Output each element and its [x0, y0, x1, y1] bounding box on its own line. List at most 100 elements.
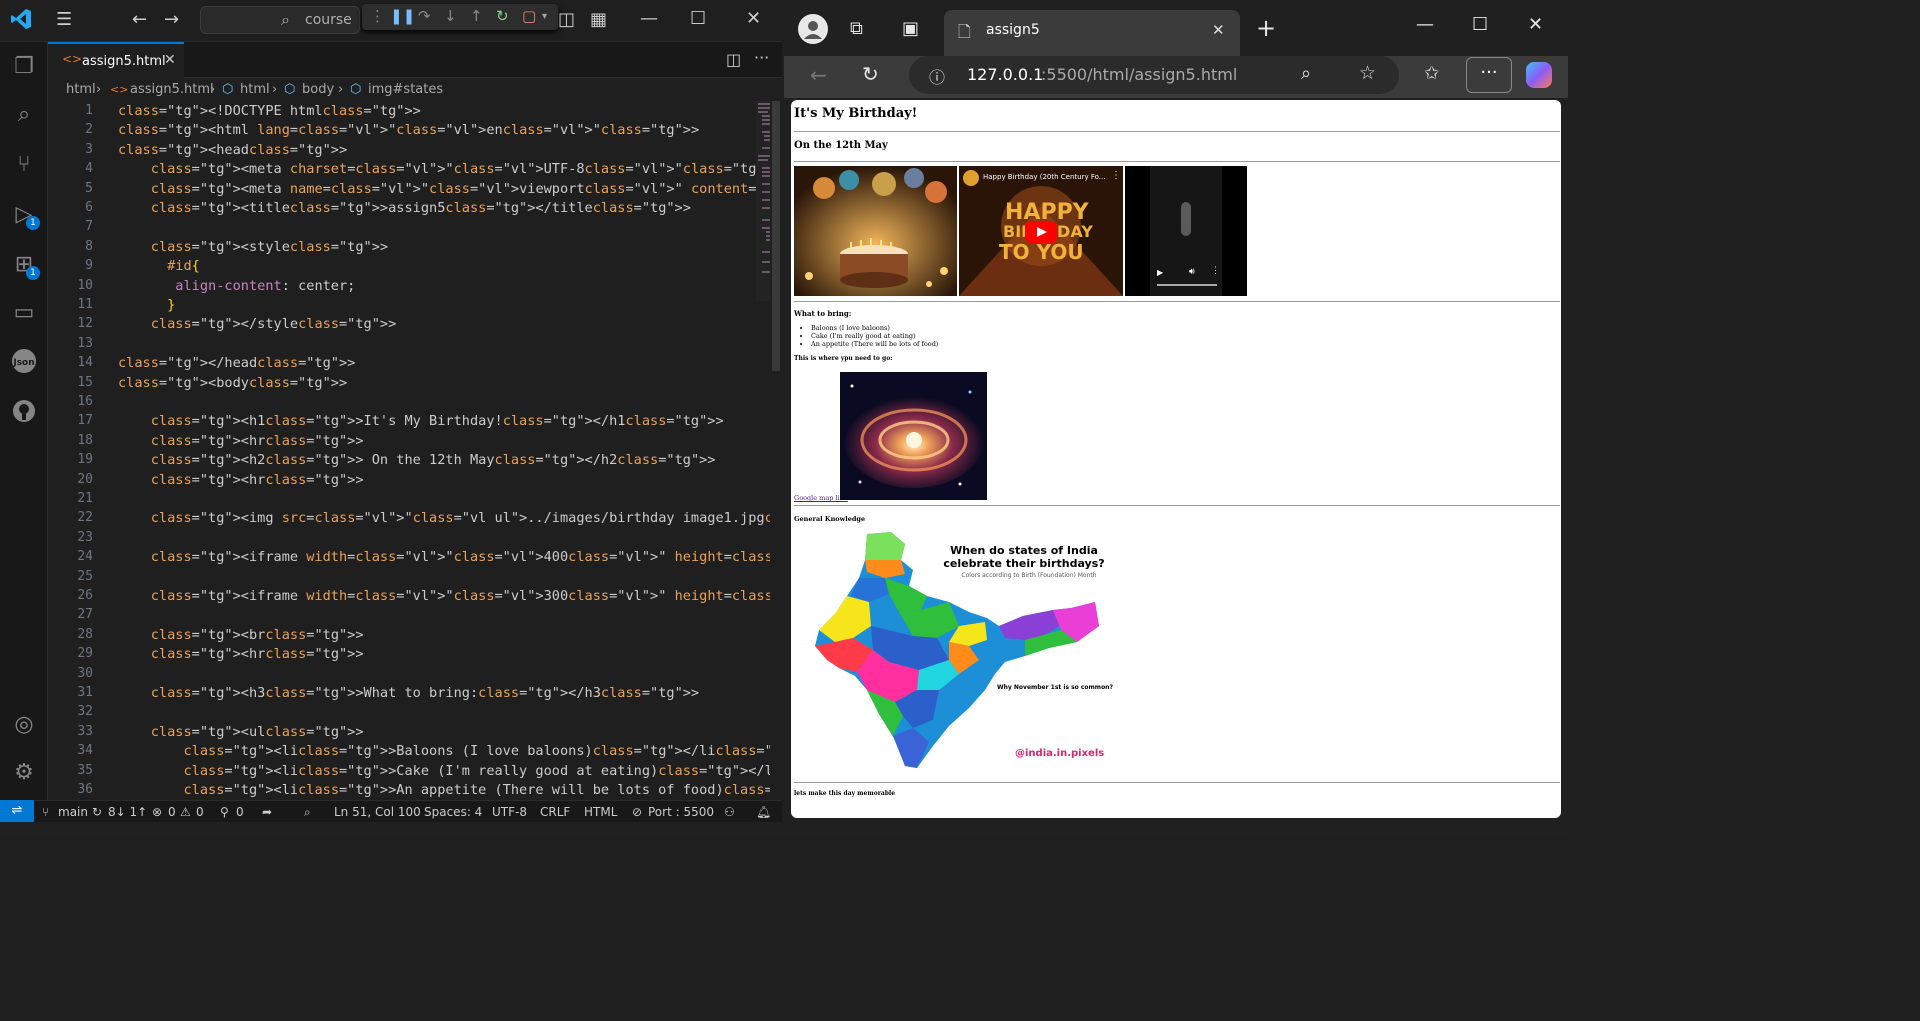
breadcrumb-item[interactable]: img#states: [368, 82, 443, 97]
line-ending[interactable]: CRLF: [540, 805, 570, 819]
split-editor-icon[interactable]: ◫: [726, 50, 741, 69]
live-server-port[interactable]: Port : 5500: [648, 805, 714, 819]
video-options-icon[interactable]: ⋮: [1211, 266, 1220, 276]
live-share-icon[interactable]: ➦: [262, 805, 272, 819]
zoom-icon[interactable]: ⌕: [304, 805, 311, 820]
language-mode[interactable]: HTML: [584, 805, 617, 819]
close-icon[interactable]: ✕: [746, 8, 761, 29]
code-line[interactable]: class="tg"><h2class="tg">> On the 12th M…: [118, 452, 716, 468]
code-line[interactable]: #id{: [118, 258, 200, 274]
code-line[interactable]: class="tg"><ulclass="tg">>: [118, 724, 364, 740]
code-line[interactable]: class="tg"><titleclass="tg">>assign5clas…: [118, 200, 691, 216]
source-control-icon[interactable]: ⑂: [10, 152, 38, 180]
indentation[interactable]: Spaces: 4: [424, 805, 482, 819]
breadcrumb-item[interactable]: html: [240, 82, 270, 97]
tab-assign5[interactable]: 🗋︎ assign5 ✕: [944, 10, 1240, 56]
code-line[interactable]: class="tg"><hrclass="tg">>: [118, 472, 364, 488]
settings-more-button[interactable]: ···: [1466, 57, 1512, 93]
video-menu-icon[interactable]: ⋮: [1111, 170, 1121, 181]
favorite-star-icon[interactable]: ☆: [1359, 62, 1376, 84]
profile-avatar[interactable]: [798, 14, 828, 44]
copilot-icon[interactable]: [1526, 62, 1552, 88]
chevron-down-icon[interactable]: ▾: [542, 11, 547, 22]
search-icon[interactable]: ⌕: [10, 102, 38, 130]
address-bar[interactable]: ⓘ 127.0.0.1 :5500/html/assign5.html ⌕ ☆: [909, 56, 1399, 94]
restart-icon[interactable]: ↻: [496, 7, 509, 25]
cursor-position[interactable]: Ln 51, Col 100: [334, 805, 421, 819]
code-line[interactable]: class="tg"><html lang=class="vl">"class=…: [118, 122, 699, 138]
menu-icon[interactable]: ☰: [56, 9, 72, 30]
forward-arrow-icon[interactable]: →: [164, 9, 179, 30]
code-line[interactable]: class="tg"><headclass="tg">>: [118, 142, 347, 158]
code-line[interactable]: class="tg"><meta charset=class="vl">"cla…: [118, 161, 770, 177]
code-line[interactable]: class="tg"><brclass="tg">>: [118, 627, 364, 643]
youtube-play-button[interactable]: [1025, 221, 1057, 243]
code-line[interactable]: class="tg"><h3class="tg">>What to bring:…: [118, 685, 699, 701]
code-line[interactable]: class="tg"><liclass="tg">>An appetite (T…: [118, 782, 770, 798]
code-line[interactable]: class="tg"><img src=class="vl">"class="v…: [118, 510, 770, 526]
editor-scrollbar[interactable]: [770, 101, 782, 800]
video-progress[interactable]: [1157, 284, 1217, 286]
problems-count[interactable]: 0: [168, 805, 176, 819]
step-out-icon[interactable]: ↑: [470, 7, 483, 25]
gear-icon[interactable]: ⚙: [10, 760, 38, 788]
close-icon[interactable]: ✕: [1528, 14, 1543, 35]
back-arrow-icon[interactable]: ←: [132, 9, 147, 30]
breadcrumb-item[interactable]: html: [66, 82, 96, 97]
account-icon[interactable]: ◎: [10, 712, 38, 740]
minimize-icon[interactable]: —: [1416, 14, 1434, 35]
code-line[interactable]: }: [118, 297, 175, 313]
breadcrumb-item[interactable]: body: [302, 82, 334, 97]
toggle-sidebar-icon[interactable]: ◫: [558, 9, 575, 30]
command-center-search[interactable]: ⌕ course: [200, 6, 360, 34]
customize-layout-icon[interactable]: ▦: [590, 9, 607, 30]
code-line[interactable]: class="tg"></styleclass="tg">>: [118, 316, 397, 332]
more-actions-icon[interactable]: ···: [754, 48, 769, 67]
back-icon[interactable]: ←: [810, 63, 827, 87]
minimize-icon[interactable]: —: [640, 8, 658, 29]
branch-name[interactable]: main: [58, 805, 88, 819]
accounts-icon[interactable]: ⚇: [724, 805, 735, 819]
new-tab-icon[interactable]: +: [1256, 14, 1276, 42]
remote-explorer-icon[interactable]: ▭: [10, 300, 38, 328]
volume-icon[interactable]: 🔊︎: [1189, 267, 1195, 277]
github-icon[interactable]: [10, 398, 38, 426]
zoom-icon[interactable]: ⌕: [1301, 63, 1311, 84]
code-line[interactable]: class="tg"><hrclass="tg">>: [118, 646, 364, 662]
code-editor[interactable]: 1 class="tg"><!DOCTYPE htmlclass="tg">> 2 c…: [48, 101, 770, 800]
workspaces-icon[interactable]: ⧉: [850, 18, 863, 39]
refresh-icon[interactable]: ↻: [862, 62, 879, 86]
code-line[interactable]: align-content: center;: [118, 278, 355, 294]
explorer-icon[interactable]: ❐: [10, 54, 38, 82]
maximize-icon[interactable]: ☐: [1472, 14, 1488, 35]
json-icon[interactable]: Json: [10, 348, 38, 376]
code-line[interactable]: class="tg"><meta name=class="vl">"class=…: [118, 181, 770, 197]
code-line[interactable]: class="tg"><hrclass="tg">>: [118, 433, 364, 449]
code-line[interactable]: class="tg"><iframe width=class="vl">"cla…: [118, 588, 770, 604]
site-info-icon[interactable]: ⓘ: [929, 64, 945, 88]
code-line[interactable]: class="tg"></headclass="tg">>: [118, 355, 355, 371]
notifications-icon[interactable]: 🔔︎: [756, 805, 771, 819]
step-into-icon[interactable]: ↓: [444, 7, 457, 25]
step-over-icon[interactable]: ↷: [418, 7, 431, 25]
stop-icon[interactable]: ▢: [522, 7, 536, 25]
maximize-icon[interactable]: ☐: [690, 8, 706, 29]
code-line[interactable]: class="tg"><iframe width=class="vl">"cla…: [118, 549, 770, 565]
sync-status[interactable]: 8↓ 1↑: [108, 805, 147, 819]
close-tab-icon[interactable]: ✕: [164, 52, 176, 68]
vertical-tabs-icon[interactable]: ▣: [902, 18, 919, 39]
code-line[interactable]: class="tg"><h1class="tg">>It's My Birthd…: [118, 413, 724, 429]
drag-handle-icon[interactable]: ⋮: [370, 7, 385, 25]
video-title[interactable]: Happy Birthday (20th Century Fo...: [983, 173, 1105, 181]
remote-indicator[interactable]: ⇌: [0, 800, 34, 822]
code-line[interactable]: class="tg"><!DOCTYPE htmlclass="tg">>: [118, 103, 421, 119]
close-tab-icon[interactable]: ✕: [1212, 21, 1225, 39]
code-line[interactable]: class="tg"><liclass="tg">>Cake (I'm real…: [118, 763, 770, 779]
video-embed[interactable]: ▶ 🔊︎ ⋮: [1125, 166, 1247, 296]
breadcrumb-item[interactable]: assign5.html: [130, 82, 214, 97]
youtube-embed[interactable]: Happy Birthday (20th Century Fo... ⋮ HAP…: [959, 166, 1123, 296]
ports-count[interactable]: 0: [236, 805, 244, 819]
channel-avatar[interactable]: [963, 170, 979, 186]
tab-assign5[interactable]: <> assign5.html ✕: [48, 42, 184, 78]
pause-icon[interactable]: ❚❚: [390, 7, 415, 25]
